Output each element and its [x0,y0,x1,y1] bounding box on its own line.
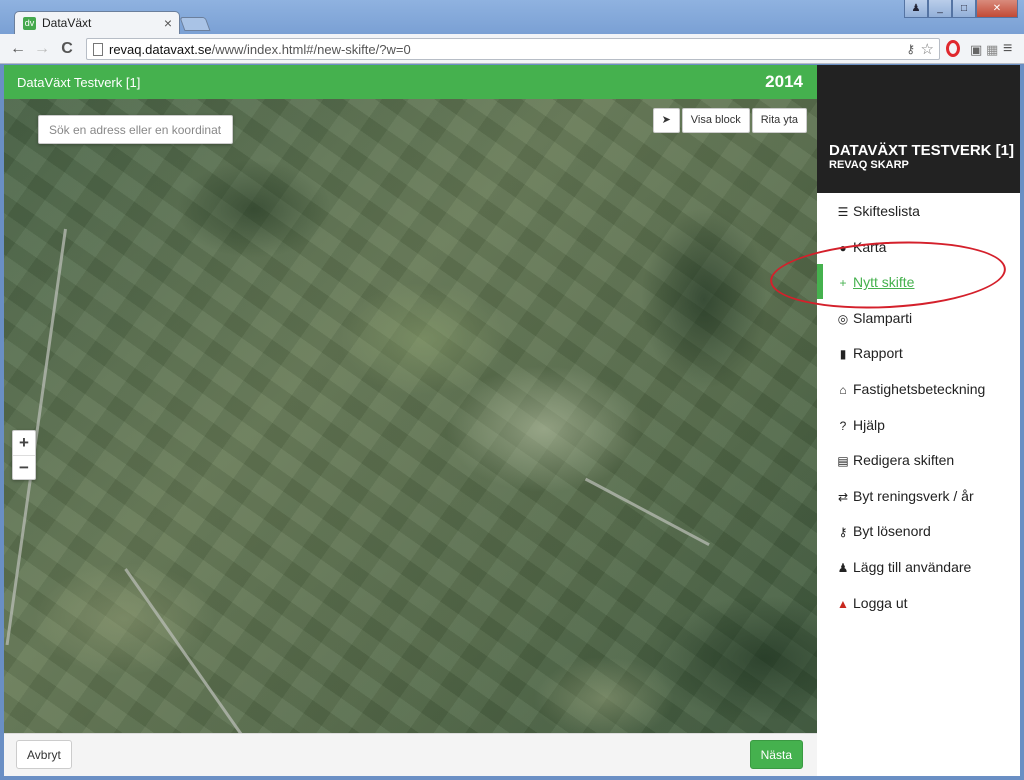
home-icon: ⌂ [839,382,847,397]
draw-area-button[interactable]: Rita yta [751,108,807,133]
satellite-map[interactable]: Sök en adress eller en koordinat ➤ Visa … [4,99,817,733]
bookmark-star-icon[interactable]: ☆ [921,40,934,58]
zoom-in-button[interactable]: + [13,431,35,455]
user-icon: ♟ [837,560,849,575]
window-minimize-button[interactable]: _ [928,0,952,18]
map-search-input[interactable]: Sök en adress eller en koordinat [38,115,233,144]
sidebar-item-label: Hjälp [853,416,885,433]
browser-toolbar: ← → C revaq.datavaxt.se/www/index.html#/… [0,34,1024,64]
sidebar: DATAVÄXT TESTVERK [1] REVAQ SKARP ☰ Skift… [817,65,1020,776]
sidebar-item-karta[interactable]: ● Karta [817,229,1020,265]
window-maximize-button[interactable]: □ [952,0,976,18]
plus-icon: + [839,276,847,291]
window-user-icon[interactable]: ♟ [904,0,928,18]
page-icon [93,43,103,56]
next-button[interactable]: Nästa [749,740,803,769]
year-label[interactable]: 2014 [765,72,803,92]
sidebar-item-label: Byt lösenord [853,523,931,540]
sidebar-item-label: Redigera skiften [853,452,955,469]
sidebar-item-label: Karta [853,238,887,255]
forward-button[interactable]: → [32,39,52,59]
tab-close-icon[interactable]: × [164,15,172,31]
address-bar[interactable]: revaq.datavaxt.se/www/index.html#/new-sk… [86,38,940,60]
sidebar-header: DATAVÄXT TESTVERK [1] REVAQ SKARP [817,65,1020,193]
browser-titlebar: dv DataVäxt × ♟ _ □ ✕ [0,0,1024,35]
sidebar-item-hjalp[interactable]: ? Hjälp [817,407,1020,443]
sidebar-subtitle: REVAQ SKARP [829,159,909,171]
key-icon: ⚷ [838,525,848,540]
question-icon: ? [839,418,847,433]
back-button[interactable]: ← [8,39,28,59]
extension-icon[interactable]: ▣ [970,42,982,58]
sidebar-item-label: Lägg till användare [853,558,972,575]
sidebar-item-logga-ut[interactable]: ▲ Logga ut [817,585,1020,621]
file-icon: ▮ [839,347,847,362]
sidebar-item-nytt-skifte[interactable]: + Nytt skifte [817,264,1020,300]
opera-extension-icon[interactable] [946,40,960,57]
sidebar-item-slamparti[interactable]: ◎ Slamparti [817,300,1020,336]
window-controls: ♟ _ □ ✕ [904,0,1018,18]
swap-icon: ⇄ [837,489,849,504]
browser-tab[interactable]: dv DataVäxt × [14,11,180,35]
edit-list-icon: ▤ [837,454,849,469]
sidebar-item-byt-losenord[interactable]: ⚷ Byt lösenord [817,513,1020,549]
url-text[interactable]: revaq.datavaxt.se/www/index.html#/new-sk… [109,42,411,57]
warning-icon: ▲ [837,596,849,611]
sidebar-item-lagg-till-anvandare[interactable]: ♟ Lägg till användare [817,549,1020,585]
show-block-button[interactable]: Visa block [681,108,750,133]
sidebar-item-label: Byt reningsverk / år [853,487,974,504]
extension-icon-2[interactable]: ▦ [986,42,998,58]
zoom-control: + − [12,430,36,480]
url-path: /www/index.html#/new-skifte/?w=0 [211,42,411,57]
list-icon: ☰ [837,205,849,219]
sidebar-item-redigera-skiften[interactable]: ▤ Redigera skiften [817,442,1020,478]
cancel-button[interactable]: Avbryt [16,740,72,769]
sidebar-item-label: Logga ut [853,594,908,611]
sidebar-title: DATAVÄXT TESTVERK [1] [829,142,1015,159]
globe-icon: ● [839,240,847,255]
app-title: DataVäxt Testverk [1] [17,75,141,90]
url-domain: revaq.datavaxt.se [109,42,212,57]
new-tab-button[interactable] [179,17,211,31]
map-road [584,477,710,547]
app-header: DataVäxt Testverk [1] 2014 [4,65,817,99]
key-icon[interactable]: ⚷ [906,42,915,56]
tab-title: DataVäxt [42,16,92,30]
cubes-icon: ◎ [837,311,849,326]
map-controls: ➤ Visa block Rita yta [651,108,807,133]
sidebar-item-label: Skifteslista [853,203,920,219]
window-close-button[interactable]: ✕ [976,0,1018,18]
sidebar-item-label: Fastighetsbeteckning [853,380,986,397]
locate-icon[interactable]: ➤ [652,108,680,133]
map-road [124,568,276,733]
map-footer: Avbryt Nästa [4,733,817,776]
reload-button[interactable]: C [57,39,77,59]
favicon-icon: dv [23,17,36,30]
page: DataVäxt Testverk [1] 2014 Sök en adress… [4,65,1020,776]
sidebar-item-label: Nytt skifte [853,274,915,291]
sidebar-item-skifteslista[interactable]: ☰ Skifteslista [817,193,1020,229]
browser-menu-icon[interactable]: ≡ [1003,40,1012,58]
sidebar-menu: ☰ Skifteslista ● Karta + Nytt skifte ◎ Slamp… [817,193,1020,620]
sidebar-item-byt-reningsverk[interactable]: ⇄ Byt reningsverk / år [817,478,1020,514]
sidebar-item-rapport[interactable]: ▮ Rapport [817,335,1020,371]
sidebar-item-label: Slamparti [853,309,913,326]
sidebar-item-fastighetsbeteckning[interactable]: ⌂ Fastighetsbeteckning [817,371,1020,407]
sidebar-item-label: Rapport [853,345,903,362]
zoom-out-button[interactable]: − [13,455,35,479]
